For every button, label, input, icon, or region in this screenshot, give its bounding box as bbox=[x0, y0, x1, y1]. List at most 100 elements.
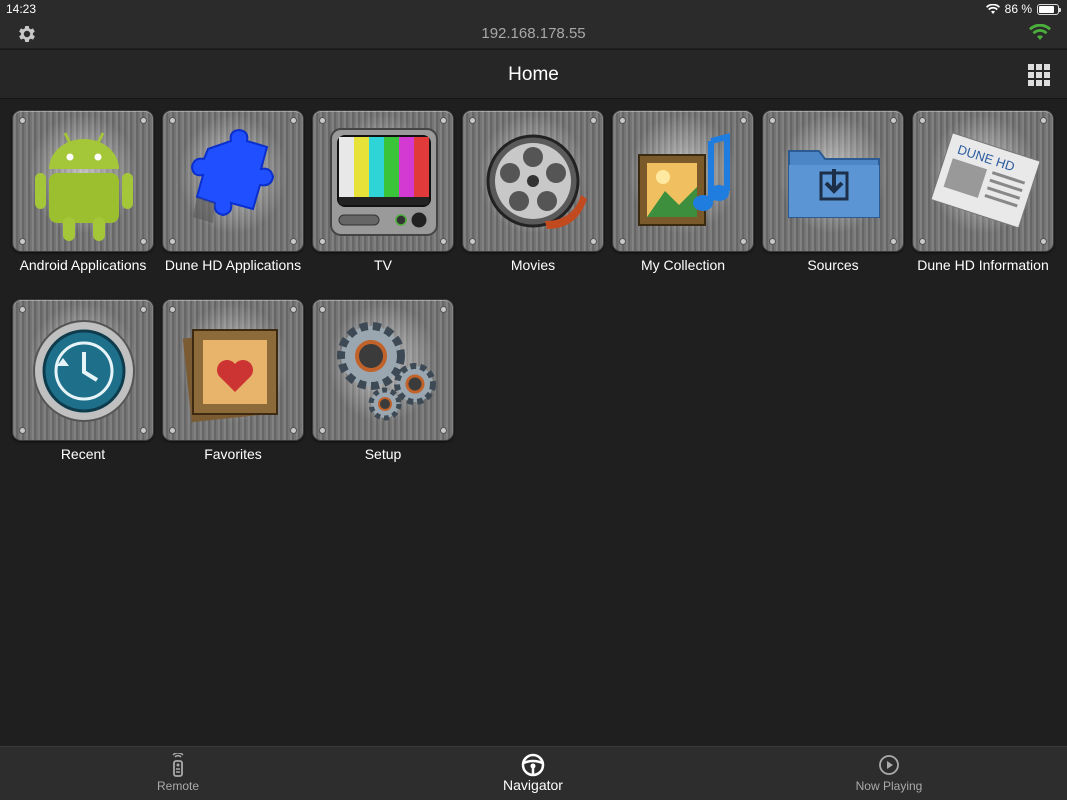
battery-fill bbox=[1039, 5, 1055, 13]
screw bbox=[919, 117, 926, 124]
screw bbox=[290, 117, 297, 124]
screw bbox=[140, 117, 147, 124]
tab-now-playing[interactable]: Now Playing bbox=[789, 747, 989, 800]
remote-icon bbox=[172, 753, 184, 777]
screw bbox=[619, 238, 626, 245]
media-collection-icon bbox=[638, 133, 730, 226]
tile-frame: DUNE HD bbox=[912, 110, 1054, 252]
screw bbox=[769, 238, 776, 245]
screw bbox=[469, 238, 476, 245]
tile-label: Dune HD Applications bbox=[164, 257, 302, 273]
tile-label: Favorites bbox=[204, 446, 262, 462]
screw bbox=[319, 117, 326, 124]
screw bbox=[440, 117, 447, 124]
page-title: Home bbox=[508, 64, 559, 85]
battery-percent: 86 % bbox=[1004, 2, 1032, 16]
tile-dune-hd-information[interactable]: DUNE HD Dune HD Information bbox=[912, 110, 1054, 280]
wifi-status-icon bbox=[985, 3, 1000, 14]
screw bbox=[140, 306, 147, 313]
play-circle-icon bbox=[879, 755, 899, 775]
tile-setup[interactable]: Setup bbox=[312, 299, 454, 469]
screw bbox=[469, 117, 476, 124]
status-time: 14:23 bbox=[6, 2, 37, 16]
heart-film-icon bbox=[182, 329, 278, 423]
status-right: 86 % bbox=[985, 2, 1061, 16]
tab-label: Navigator bbox=[503, 777, 563, 793]
tile-dune-hd-applications[interactable]: Dune HD Applications bbox=[162, 110, 304, 280]
screw bbox=[19, 427, 26, 434]
tv-icon bbox=[330, 128, 438, 236]
screw bbox=[890, 238, 897, 245]
battery-icon bbox=[1037, 3, 1061, 15]
tile-frame bbox=[12, 299, 154, 441]
tile-tv[interactable]: TV bbox=[312, 110, 454, 280]
screw bbox=[319, 427, 326, 434]
screw bbox=[290, 427, 297, 434]
tile-frame bbox=[462, 110, 604, 252]
screw bbox=[290, 238, 297, 245]
status-bar: 14:23 86 % bbox=[0, 0, 1067, 18]
tile-label: Android Applications bbox=[19, 257, 147, 273]
tile-label: TV bbox=[374, 257, 392, 273]
screw bbox=[140, 427, 147, 434]
screw bbox=[169, 117, 176, 124]
tile-frame bbox=[12, 110, 154, 252]
tile-label: Recent bbox=[60, 446, 106, 462]
screw bbox=[740, 117, 747, 124]
tile-frame bbox=[312, 299, 454, 441]
clock-icon bbox=[33, 320, 135, 422]
screw bbox=[440, 306, 447, 313]
connection-bar: 192.168.178.55 bbox=[0, 18, 1067, 48]
tile-favorites[interactable]: Favorites bbox=[162, 299, 304, 469]
tile-android-applications[interactable]: Android Applications bbox=[12, 110, 154, 280]
screw bbox=[590, 238, 597, 245]
screw bbox=[319, 238, 326, 245]
screw bbox=[769, 117, 776, 124]
download-folder-icon bbox=[788, 150, 880, 218]
screw bbox=[169, 427, 176, 434]
device-ip-address: 192.168.178.55 bbox=[481, 25, 586, 42]
connection-wifi-icon[interactable] bbox=[1029, 24, 1051, 42]
screw bbox=[619, 117, 626, 124]
tab-label: Now Playing bbox=[855, 779, 923, 793]
newspaper-icon: DUNE HD bbox=[930, 132, 1041, 229]
tile-frame bbox=[162, 110, 304, 252]
screw bbox=[140, 238, 147, 245]
screw bbox=[590, 117, 597, 124]
screw bbox=[1040, 117, 1047, 124]
tile-frame bbox=[762, 110, 904, 252]
tile-my-collection[interactable]: My Collection bbox=[612, 110, 754, 280]
gears-icon bbox=[337, 322, 436, 421]
tile-label: Movies bbox=[510, 257, 556, 273]
puzzle-icon bbox=[190, 128, 275, 223]
screw bbox=[440, 238, 447, 245]
screw bbox=[19, 306, 26, 313]
tab-label: Remote bbox=[156, 779, 200, 793]
screw bbox=[19, 117, 26, 124]
tile-sources[interactable]: Sources bbox=[762, 110, 904, 280]
tile-frame bbox=[162, 299, 304, 441]
tile-label: Setup bbox=[364, 446, 402, 462]
tile-label: My Collection bbox=[640, 257, 726, 273]
film-reel-icon bbox=[486, 134, 587, 229]
screw bbox=[169, 238, 176, 245]
grid-view-icon[interactable] bbox=[1028, 64, 1050, 86]
tab-remote[interactable]: Remote bbox=[78, 747, 278, 800]
screw bbox=[1040, 238, 1047, 245]
steering-wheel-icon bbox=[521, 753, 545, 777]
android-icon bbox=[35, 132, 133, 241]
tile-recent[interactable]: Recent bbox=[12, 299, 154, 469]
screw bbox=[890, 117, 897, 124]
tile-frame bbox=[612, 110, 754, 252]
tab-navigator[interactable]: Navigator bbox=[433, 747, 633, 800]
navigation-bar: Home bbox=[0, 49, 1067, 99]
tab-bar: Remote Navigator Now Playing bbox=[0, 746, 1067, 800]
tile-label: Dune HD Information bbox=[917, 257, 1049, 273]
tile-label: Sources bbox=[807, 257, 859, 273]
tile-movies[interactable]: Movies bbox=[462, 110, 604, 280]
screw bbox=[169, 306, 176, 313]
screw bbox=[319, 306, 326, 313]
tile-frame bbox=[312, 110, 454, 252]
screw bbox=[290, 306, 297, 313]
screw bbox=[440, 427, 447, 434]
